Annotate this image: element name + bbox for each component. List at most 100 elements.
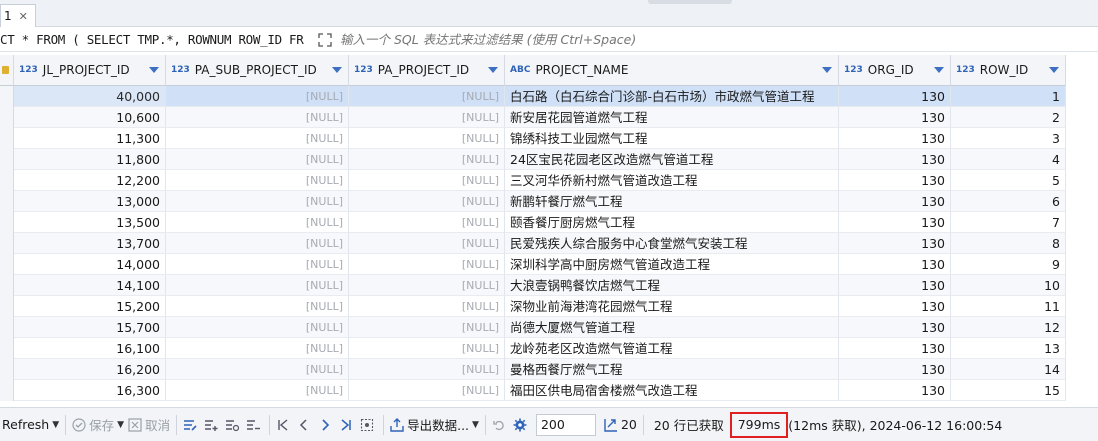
- cell-row-id[interactable]: 7: [951, 212, 1066, 233]
- cell-pa-sub-project-id[interactable]: [NULL]: [166, 233, 349, 254]
- cell-project-name[interactable]: 福田区供电局宿舍楼燃气改造工程: [505, 380, 839, 401]
- first-page-button[interactable]: [274, 413, 295, 437]
- cell-pa-project-id[interactable]: [NULL]: [349, 107, 505, 128]
- cell-project-name[interactable]: 锦绣科技工业园燃气工程: [505, 128, 839, 149]
- row-header[interactable]: [0, 338, 14, 359]
- cell-project-name[interactable]: 白石路（白石综合门诊部-白石市场）市政燃气管道工程: [505, 86, 839, 107]
- cell-org-id[interactable]: 130: [839, 128, 951, 149]
- save-button[interactable]: 保存 ▼: [70, 413, 126, 437]
- table-row[interactable]: 15,700 [NULL] [NULL] 尚德大厦燃气管道工程 130 12: [0, 317, 1066, 338]
- chevron-down-icon[interactable]: ▼: [52, 420, 59, 430]
- row-header[interactable]: [0, 296, 14, 317]
- cell-project-name[interactable]: 深圳科学高中厨房燃气管道改造工程: [505, 254, 839, 275]
- table-row[interactable]: 16,200 [NULL] [NULL] 曼格西餐厅燃气工程 130 14: [0, 359, 1066, 380]
- cell-pa-sub-project-id[interactable]: [NULL]: [166, 191, 349, 212]
- cell-jl-project-id[interactable]: 13,500: [14, 212, 166, 233]
- cell-org-id[interactable]: 130: [839, 170, 951, 191]
- cell-pa-project-id[interactable]: [NULL]: [349, 317, 505, 338]
- add-row-button[interactable]: [202, 413, 223, 437]
- cell-jl-project-id[interactable]: 11,300: [14, 128, 166, 149]
- cancel-button[interactable]: 取消: [126, 413, 172, 437]
- cell-row-id[interactable]: 8: [951, 233, 1066, 254]
- row-header[interactable]: [0, 107, 14, 128]
- cell-pa-sub-project-id[interactable]: [NULL]: [166, 338, 349, 359]
- fetch-size-input[interactable]: 200: [535, 413, 596, 436]
- undo-button[interactable]: [490, 413, 511, 437]
- cell-pa-project-id[interactable]: [NULL]: [349, 149, 505, 170]
- result-tab[interactable]: 1 ✕: [0, 4, 36, 27]
- column-header-project-name[interactable]: ABC PROJECT_NAME: [505, 55, 839, 86]
- row-header[interactable]: [0, 212, 14, 233]
- cell-pa-project-id[interactable]: [NULL]: [349, 128, 505, 149]
- chevron-down-icon[interactable]: ▼: [117, 420, 124, 430]
- row-header[interactable]: [0, 317, 14, 338]
- cell-row-id[interactable]: 5: [951, 170, 1066, 191]
- cell-pa-sub-project-id[interactable]: [NULL]: [166, 107, 349, 128]
- cell-org-id[interactable]: 130: [839, 233, 951, 254]
- cell-row-id[interactable]: 6: [951, 191, 1066, 212]
- cell-jl-project-id[interactable]: 14,100: [14, 275, 166, 296]
- edit-row-button[interactable]: [181, 413, 202, 437]
- sort-arrow-icon[interactable]: [488, 67, 498, 73]
- copy-row-button[interactable]: [223, 413, 244, 437]
- cell-jl-project-id[interactable]: 12,200: [14, 170, 166, 191]
- column-header-row-id[interactable]: 123 ROW_ID: [951, 55, 1066, 86]
- cell-pa-project-id[interactable]: [NULL]: [349, 275, 505, 296]
- cell-pa-sub-project-id[interactable]: [NULL]: [166, 254, 349, 275]
- cell-org-id[interactable]: 130: [839, 191, 951, 212]
- cell-org-id[interactable]: 130: [839, 359, 951, 380]
- cell-pa-project-id[interactable]: [NULL]: [349, 170, 505, 191]
- cell-org-id[interactable]: 130: [839, 296, 951, 317]
- cell-pa-sub-project-id[interactable]: [NULL]: [166, 317, 349, 338]
- sort-arrow-icon[interactable]: [934, 67, 944, 73]
- row-header[interactable]: [0, 275, 14, 296]
- previous-page-button[interactable]: [295, 413, 316, 437]
- row-header[interactable]: [0, 359, 14, 380]
- filter-input[interactable]: [340, 32, 940, 47]
- cell-project-name[interactable]: 深物业前海港湾花园燃气工程: [505, 296, 839, 317]
- table-row[interactable]: 12,200 [NULL] [NULL] 三叉河华侨新村燃气管道改造工程 130 5: [0, 170, 1066, 191]
- sort-arrow-icon[interactable]: [822, 67, 832, 73]
- cell-pa-project-id[interactable]: [NULL]: [349, 254, 505, 275]
- cell-row-id[interactable]: 12: [951, 317, 1066, 338]
- cell-jl-project-id[interactable]: 13,000: [14, 191, 166, 212]
- cell-pa-project-id[interactable]: [NULL]: [349, 212, 505, 233]
- cell-project-name[interactable]: 尚德大厦燃气管道工程: [505, 317, 839, 338]
- cell-org-id[interactable]: 130: [839, 275, 951, 296]
- cell-project-name[interactable]: 龙岭苑老区改造燃气管道工程: [505, 338, 839, 359]
- row-header[interactable]: [0, 191, 14, 212]
- cell-jl-project-id[interactable]: 15,700: [14, 317, 166, 338]
- column-header-pa-project-id[interactable]: 123 PA_PROJECT_ID: [349, 55, 505, 86]
- cell-pa-sub-project-id[interactable]: [NULL]: [166, 275, 349, 296]
- settings-button[interactable]: [511, 413, 532, 437]
- cell-row-id[interactable]: 1: [951, 86, 1066, 107]
- cell-pa-project-id[interactable]: [NULL]: [349, 296, 505, 317]
- row-header[interactable]: [0, 254, 14, 275]
- table-row[interactable]: 14,000 [NULL] [NULL] 深圳科学高中厨房燃气管道改造工程 130 9: [0, 254, 1066, 275]
- cell-org-id[interactable]: 130: [839, 212, 951, 233]
- delete-row-button[interactable]: [244, 413, 265, 437]
- fetch-all-button[interactable]: [358, 413, 379, 437]
- cell-pa-sub-project-id[interactable]: [NULL]: [166, 359, 349, 380]
- table-row[interactable]: 16,100 [NULL] [NULL] 龙岭苑老区改造燃气管道工程 130 13: [0, 338, 1066, 359]
- cell-row-id[interactable]: 10: [951, 275, 1066, 296]
- cell-org-id[interactable]: 130: [839, 149, 951, 170]
- cell-org-id[interactable]: 130: [839, 338, 951, 359]
- vertical-scrollbar[interactable]: [1066, 55, 1098, 407]
- cell-jl-project-id[interactable]: 15,200: [14, 296, 166, 317]
- cell-jl-project-id[interactable]: 14,000: [14, 254, 166, 275]
- cell-project-name[interactable]: 24区宝民花园老区改造燃气管道工程: [505, 149, 839, 170]
- cell-jl-project-id[interactable]: 16,300: [14, 380, 166, 401]
- cell-row-id[interactable]: 13: [951, 338, 1066, 359]
- column-header-jl-project-id[interactable]: 123 JL_PROJECT_ID: [14, 55, 166, 86]
- cell-row-id[interactable]: 3: [951, 128, 1066, 149]
- cell-org-id[interactable]: 130: [839, 107, 951, 128]
- cell-jl-project-id[interactable]: 11,800: [14, 149, 166, 170]
- row-header[interactable]: [0, 380, 14, 401]
- expand-icon[interactable]: [316, 31, 334, 49]
- cell-pa-project-id[interactable]: [NULL]: [349, 338, 505, 359]
- column-header-pa-sub-project-id[interactable]: 123 PA_SUB_PROJECT_ID: [166, 55, 349, 86]
- fetch-next-button[interactable]: 20: [602, 413, 639, 437]
- row-header[interactable]: [0, 86, 14, 107]
- cell-project-name[interactable]: 新安居花园管道燃气工程: [505, 107, 839, 128]
